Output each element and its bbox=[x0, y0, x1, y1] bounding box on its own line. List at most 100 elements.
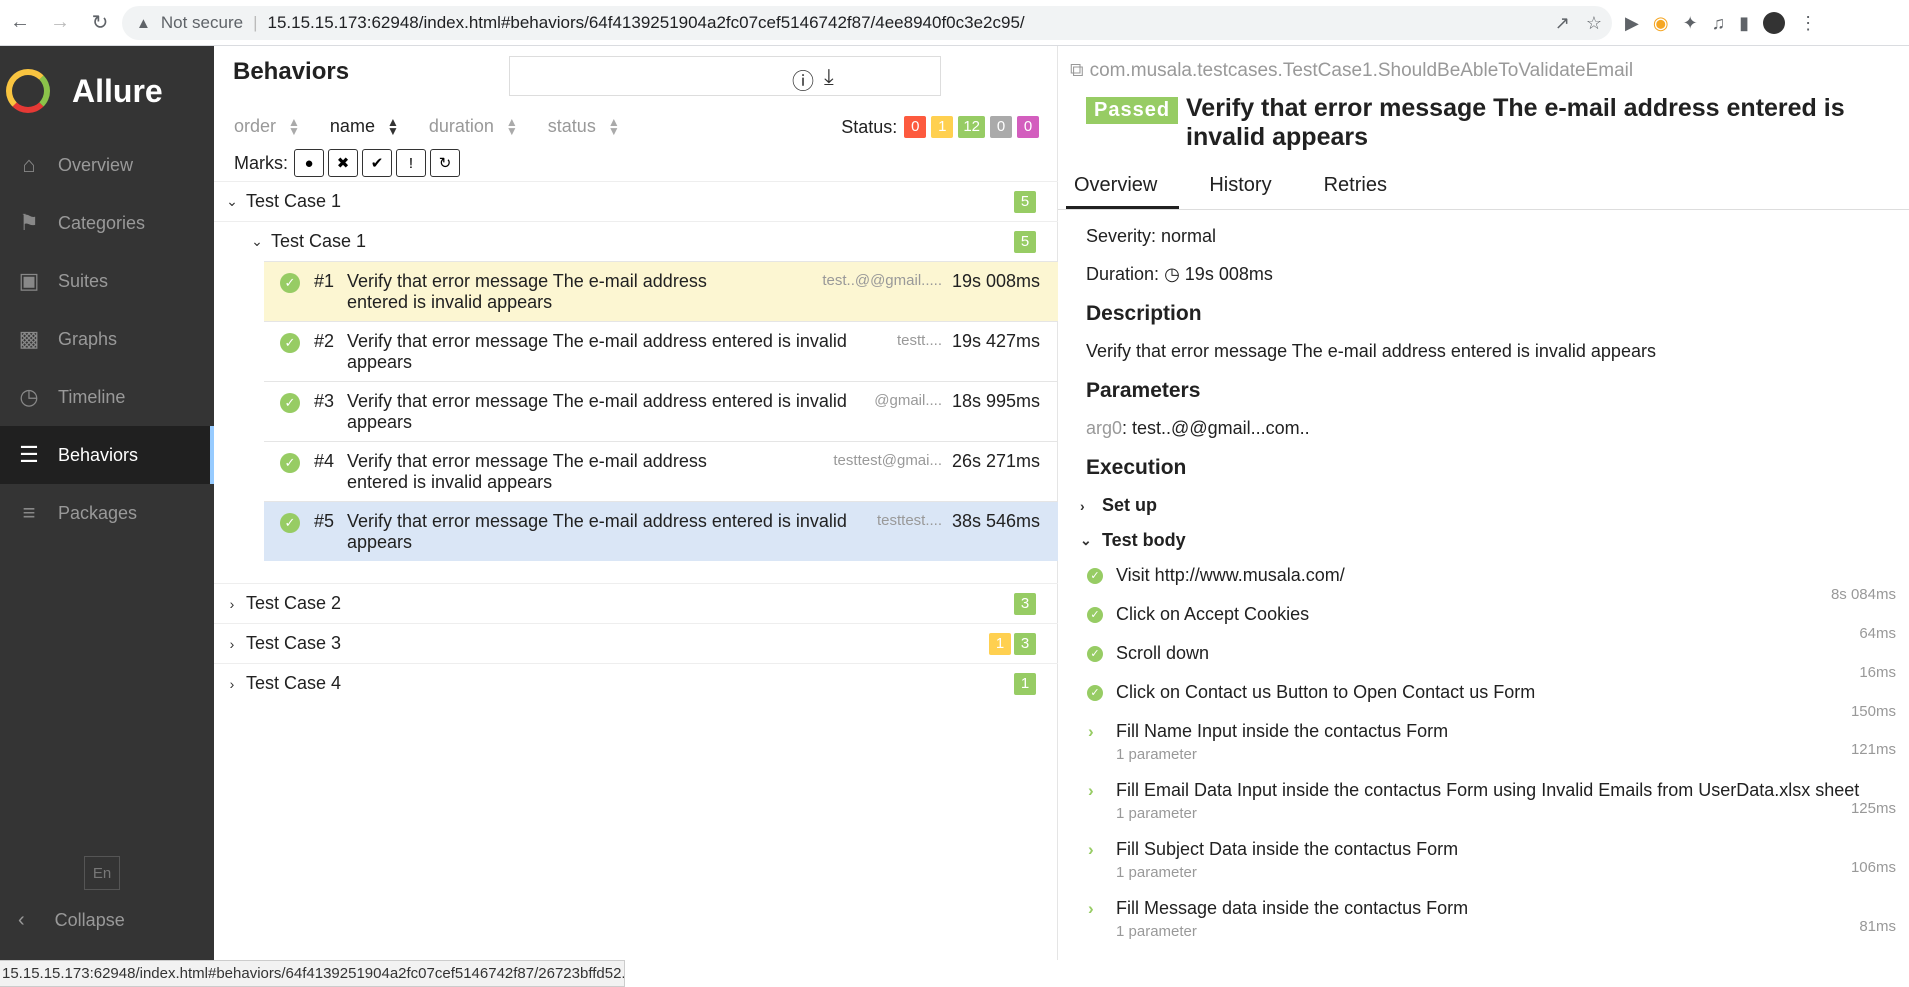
brand-name: Allure bbox=[72, 72, 163, 109]
test-param: testtest.... bbox=[876, 512, 942, 529]
behaviors-tree: ⌄ Test Case 1 5 ⌄ Test Case 1 5 ✓ #1 Ver… bbox=[214, 181, 1058, 703]
testcase-tabs: Overview History Retries bbox=[1058, 164, 1909, 210]
test-row[interactable]: ✓ #1 Verify that error message The e-mai… bbox=[264, 261, 1058, 321]
step-name: Fill Subject Data inside the contactus F… bbox=[1116, 839, 1459, 859]
step-params: 1 parameter bbox=[1116, 746, 1197, 763]
info-icon[interactable]: ⓘ bbox=[792, 64, 814, 96]
copy-icon[interactable]: ⧉ bbox=[1070, 60, 1084, 81]
chevron-right-icon: › bbox=[229, 675, 235, 692]
status-skipped-toggle[interactable]: 0 bbox=[990, 116, 1012, 138]
chevron-right-icon: › bbox=[1080, 497, 1085, 514]
brand[interactable]: Allure bbox=[0, 46, 214, 136]
status-badge: Passed bbox=[1086, 97, 1179, 124]
testbody-toggle[interactable]: ⌄ Test body bbox=[1080, 530, 1896, 551]
status-label: Status: bbox=[841, 116, 898, 137]
passed-check-icon: ✓ bbox=[280, 393, 300, 413]
tree-group[interactable]: › Test Case 3 13 bbox=[214, 623, 1058, 663]
step-row[interactable]: ✓ Click on Contact us Button to Open Con… bbox=[1086, 682, 1896, 721]
chevron-right-icon: › bbox=[1088, 781, 1094, 800]
test-row[interactable]: ✓ #3 Verify that error message The e-mai… bbox=[264, 381, 1058, 441]
tab-overview[interactable]: Overview bbox=[1066, 164, 1180, 209]
sorter-label: order bbox=[234, 116, 277, 136]
times-circle-icon[interactable]: ✖ bbox=[328, 149, 358, 177]
extension-play-icon[interactable]: ▶ bbox=[1625, 13, 1639, 34]
group-name: Test Case 4 bbox=[246, 673, 342, 693]
tree-group[interactable]: › Test Case 4 1 bbox=[214, 663, 1058, 703]
sidebar-item-packages[interactable]: ≡ Packages bbox=[0, 484, 214, 542]
sort-status[interactable]: status ▲ ▼ bbox=[548, 116, 620, 137]
step-duration: 125ms bbox=[1850, 800, 1896, 817]
sidebar-item-label: Graphs bbox=[58, 328, 118, 349]
sidebar-item-categories[interactable]: ⚑ Categories bbox=[0, 194, 214, 252]
test-row[interactable]: ✓ #4 Verify that error message The e-mai… bbox=[264, 441, 1058, 501]
steps-list: ✓ Visit http://www.musala.com/ 8s 084ms … bbox=[1086, 565, 1896, 957]
passed-count-badge: 5 bbox=[1014, 191, 1036, 213]
fullname-text: com.musala.testcases.TestCase1.ShouldBeA… bbox=[1089, 60, 1634, 81]
tree-group[interactable]: ⌄ Test Case 1 5 bbox=[214, 181, 1058, 221]
sort-arrows-icon: ▲ ▼ bbox=[386, 115, 399, 138]
step-row[interactable]: ✓ Visit http://www.musala.com/ 8s 084ms bbox=[1086, 565, 1896, 604]
bookmark-star-icon[interactable]: ☆ bbox=[1586, 13, 1602, 34]
check-circle-icon[interactable]: ✔ bbox=[362, 149, 392, 177]
refresh-icon[interactable]: ↻ bbox=[430, 149, 460, 177]
sort-order[interactable]: order ▲ ▼ bbox=[234, 116, 300, 137]
bomb-icon[interactable]: ● bbox=[294, 149, 324, 177]
test-name: Verify that error message The e-mail add… bbox=[347, 271, 707, 312]
reload-icon[interactable]: ↻ bbox=[80, 3, 120, 43]
tab-history[interactable]: History bbox=[1201, 164, 1293, 209]
status-passed-toggle[interactable]: 12 bbox=[958, 116, 985, 138]
profile-avatar[interactable] bbox=[1763, 12, 1786, 34]
test-row-selected[interactable]: ✓ #5 Verify that error message The e-mai… bbox=[264, 501, 1058, 561]
sidebar-item-graphs[interactable]: ▩ Graphs bbox=[0, 310, 214, 368]
passed-check-icon: ✓ bbox=[280, 513, 300, 533]
status-broken-toggle[interactable]: 1 bbox=[931, 116, 954, 138]
clock-icon: ◷ bbox=[1164, 264, 1180, 284]
step-duration: 106ms bbox=[1850, 859, 1896, 876]
tab-retries[interactable]: Retries bbox=[1316, 164, 1409, 209]
tree-subgroup[interactable]: ⌄ Test Case 1 5 bbox=[214, 221, 1058, 261]
sort-duration[interactable]: duration ▲ ▼ bbox=[429, 116, 518, 137]
forward-icon[interactable]: → bbox=[40, 3, 80, 43]
address-bar[interactable]: ▲ Not secure | 15.15.15.173:62948/index.… bbox=[122, 6, 1612, 40]
extensions-puzzle-icon[interactable]: ✦ bbox=[1683, 13, 1698, 34]
step-row-expandable[interactable]: › Fill Message data inside the contactus… bbox=[1086, 898, 1896, 957]
step-row-expandable[interactable]: › Fill Name Input inside the contactus F… bbox=[1086, 721, 1896, 780]
testcase-fullname: ⧉ com.musala.testcases.TestCase1.ShouldBe… bbox=[1070, 60, 1633, 82]
step-row[interactable]: ✓ Scroll down 16ms bbox=[1086, 643, 1896, 682]
step-name: Click on Contact us Button to Open Conta… bbox=[1116, 682, 1536, 702]
sidebar-item-overview[interactable]: ⌂ Overview bbox=[0, 136, 214, 194]
setup-toggle[interactable]: › Set up bbox=[1080, 495, 1896, 516]
collapse-button[interactable]: ‹ Collapse bbox=[0, 900, 125, 940]
sidebar: Allure ⌂ Overview ⚑ Categories ▣ Suites … bbox=[0, 46, 214, 987]
tree-group[interactable]: › Test Case 2 3 bbox=[214, 583, 1058, 623]
sidebar-item-label: Suites bbox=[58, 270, 109, 291]
passed-count-badge: 3 bbox=[1014, 593, 1036, 615]
step-row-expandable[interactable]: › Fill Email Data Input inside the conta… bbox=[1086, 780, 1896, 839]
language-select[interactable]: En bbox=[84, 856, 120, 890]
extension-gauge-icon[interactable]: ◉ bbox=[1653, 13, 1669, 34]
chevron-down-icon: ⌄ bbox=[1080, 532, 1092, 548]
side-panel-icon[interactable]: ▮ bbox=[1739, 13, 1749, 34]
sidebar-item-suites[interactable]: ▣ Suites bbox=[0, 252, 214, 310]
sort-name[interactable]: name ▲ ▼ bbox=[330, 116, 399, 137]
chevron-right-icon: › bbox=[229, 595, 235, 612]
status-failed-toggle[interactable]: 0 bbox=[904, 116, 927, 138]
sidebar-item-label: Behaviors bbox=[58, 444, 139, 465]
test-row[interactable]: ✓ #2 Verify that error message The e-mai… bbox=[264, 321, 1058, 381]
share-icon[interactable]: ↗ bbox=[1555, 13, 1570, 34]
passed-count-badge: 1 bbox=[1014, 673, 1036, 695]
status-unknown-toggle[interactable]: 0 bbox=[1017, 116, 1039, 138]
test-name: Verify that error message The e-mail add… bbox=[347, 331, 847, 372]
step-name: Click on Accept Cookies bbox=[1116, 604, 1310, 624]
sidebar-item-behaviors[interactable]: ☰ Behaviors bbox=[0, 426, 214, 484]
media-icon[interactable]: ♫ bbox=[1712, 13, 1726, 34]
sidebar-item-timeline[interactable]: ◷ Timeline bbox=[0, 368, 214, 426]
search-input[interactable] bbox=[509, 56, 941, 96]
menu-kebab-icon[interactable]: ⋮ bbox=[1799, 13, 1817, 34]
step-row-expandable[interactable]: › Fill Subject Data inside the contactus… bbox=[1086, 839, 1896, 898]
download-icon[interactable]: ⤓ bbox=[824, 64, 834, 90]
back-icon[interactable]: ← bbox=[0, 3, 40, 43]
step-row[interactable]: ✓ Click on Accept Cookies 64ms bbox=[1086, 604, 1896, 643]
sort-arrows-icon: ▲ ▼ bbox=[607, 115, 620, 138]
exclamation-circle-icon[interactable]: ! bbox=[396, 149, 426, 177]
